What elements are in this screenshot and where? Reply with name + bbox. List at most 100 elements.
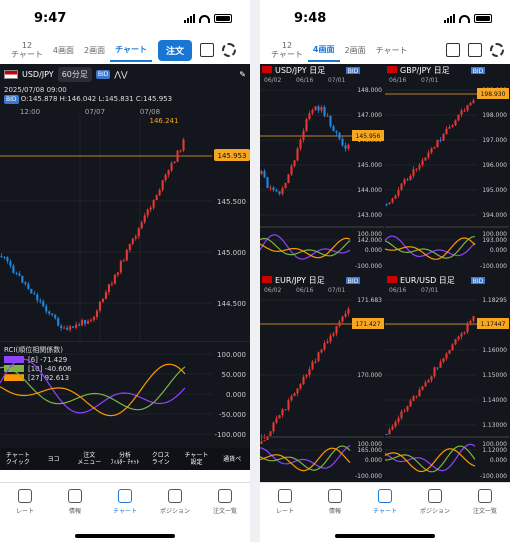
- time-label: 12:00: [20, 108, 40, 116]
- q2-candle: [320, 349, 323, 353]
- price-label: 148.000: [357, 87, 382, 94]
- tool-6[interactable]: 通貨ペ: [214, 456, 250, 463]
- chart-panel-eur-usd: EUR/USD 日足BID06/1607/011.182951.170001.1…: [384, 274, 509, 482]
- pair-selector[interactable]: USD/JPY: [22, 70, 54, 79]
- q1-candle: [457, 114, 460, 121]
- rci-axis: -100.000: [480, 473, 507, 480]
- date-label: 06/02: [264, 287, 281, 294]
- tab-12-chart[interactable]: 12 チャート: [6, 41, 48, 59]
- q1-candle: [391, 198, 394, 203]
- battery-icon: [214, 14, 232, 23]
- q3-candle: [436, 367, 439, 369]
- main-candle: [179, 150, 182, 152]
- flag-icon: [387, 66, 397, 73]
- tab-4-screen[interactable]: 4画面: [307, 38, 340, 62]
- tab-2-screen[interactable]: 2画面: [79, 46, 110, 55]
- q3-candle: [385, 434, 388, 435]
- tool-3[interactable]: 分析 ﾌｨﾙﾀｰ ﾁｬｯﾄ: [107, 452, 143, 466]
- time-label: 07/07: [85, 108, 105, 116]
- q3-candle: [439, 361, 442, 368]
- tab-12-chart[interactable]: 12 チャート: [266, 41, 308, 59]
- tool-2[interactable]: 注文 メニュー: [71, 452, 107, 466]
- main-candle: [30, 288, 33, 294]
- flag-icon: [262, 276, 272, 283]
- tool-1[interactable]: ヨコ: [36, 456, 72, 463]
- main-candle: [140, 222, 143, 229]
- q2-candle: [314, 361, 317, 363]
- main-candle: [48, 311, 51, 314]
- chart-bottom-tools: チャート クイック ヨコ 注文 メニュー 分析 ﾌｨﾙﾀｰ ﾁｬｯﾄ クロス ライン チャ…: [0, 448, 250, 470]
- nav-item[interactable]: 注文一覧: [200, 489, 250, 542]
- main-candle: [18, 273, 21, 276]
- battery-icon: [474, 14, 492, 23]
- layout-icon[interactable]: [200, 43, 215, 57]
- indicator-icon[interactable]: ⋀⋁: [114, 70, 127, 79]
- tool-0[interactable]: チャート クイック: [0, 452, 36, 466]
- tool-4[interactable]: クロス ライン: [143, 452, 179, 466]
- q1-candle: [409, 175, 412, 181]
- gear-icon[interactable]: [490, 43, 504, 57]
- gear-icon[interactable]: [222, 43, 237, 57]
- q1-candle: [463, 110, 466, 112]
- side-toggle[interactable]: BID: [95, 69, 111, 79]
- q0-candle: [329, 115, 332, 127]
- panel-title: EUR/JPY 日足: [275, 276, 325, 285]
- tab-chart[interactable]: チャート: [110, 38, 153, 62]
- main-candle: [21, 275, 24, 283]
- bottom-nav: レート 情報 チャート ポジション 注文一覧: [0, 482, 250, 542]
- main-candle: [63, 327, 66, 329]
- main-candle: [158, 189, 161, 196]
- price-label: 144.000: [357, 187, 382, 194]
- q0-candle: [299, 139, 302, 149]
- q3-candle: [391, 426, 394, 430]
- rci-axis: -100.000: [480, 263, 507, 270]
- rci-axis: 0.000: [226, 391, 246, 399]
- ohlc-values-text: O:145.878 H:146.042 L:145.831 C:145.953: [20, 95, 173, 103]
- nav-item[interactable]: レート: [260, 489, 310, 542]
- main-candle: [155, 195, 158, 201]
- high-label: 146.241: [150, 117, 179, 125]
- q0-candle: [338, 132, 341, 139]
- main-candle: [12, 265, 15, 273]
- main-candle: [15, 272, 18, 274]
- q3-candle: [424, 382, 427, 387]
- q1-candle: [397, 189, 400, 196]
- interval-selector[interactable]: 60分足: [57, 66, 92, 82]
- q3-candle: [412, 396, 415, 401]
- rci-axis: 0.000: [365, 247, 382, 254]
- rci-legend-swatch: [4, 374, 24, 381]
- order-button[interactable]: 注文: [158, 39, 193, 61]
- main-candle: [161, 180, 164, 190]
- main-candle: [45, 306, 48, 312]
- main-candle: [125, 250, 128, 261]
- rci-legend: [10] -40.606: [28, 365, 72, 373]
- layout-icon[interactable]: [468, 43, 482, 57]
- tab-2-screen[interactable]: 2画面: [340, 46, 371, 55]
- nav-item[interactable]: 注文一覧: [460, 489, 510, 542]
- main-candle: [101, 298, 104, 302]
- tab-4-screen[interactable]: 4画面: [48, 46, 79, 55]
- main-candle: [86, 320, 90, 324]
- nav-label: 情報: [68, 508, 81, 515]
- q1-candle: [385, 204, 388, 205]
- tab-chart[interactable]: チャート: [371, 46, 413, 55]
- q1-candle: [427, 152, 430, 158]
- grid-icon[interactable]: [446, 43, 460, 57]
- tool-5[interactable]: チャート 設定: [179, 452, 215, 466]
- q3-candle: [418, 389, 421, 396]
- q2-candle: [275, 418, 278, 423]
- position-icon: [428, 489, 442, 503]
- q0-candle: [302, 130, 305, 140]
- price-label: 165.000: [357, 447, 382, 454]
- ohlc-values: BID O:145.878 H:146.042 L:145.831 C:145.…: [4, 95, 173, 104]
- main-candle: [137, 228, 140, 237]
- main-candle: [75, 324, 78, 328]
- price-label: 1.18295: [482, 297, 507, 304]
- rci-axis: 100.000: [482, 441, 507, 448]
- four-chart-grid[interactable]: USD/JPY 日足 BID 06/02 06/16 07/01 148.000 147.0…: [260, 64, 510, 484]
- draw-icon[interactable]: ✎: [239, 70, 246, 79]
- nav-item[interactable]: レート: [0, 489, 50, 542]
- nav-label: 注文一覧: [472, 508, 497, 515]
- price-chart[interactable]: 12:00 07/07 07/08 145.500 145.000 144.500 145.…: [0, 106, 250, 342]
- left-phone-screen: 9:47 12 チャート 4画面 2画面 チャート 注文 USD/JPY 60分…: [0, 0, 250, 542]
